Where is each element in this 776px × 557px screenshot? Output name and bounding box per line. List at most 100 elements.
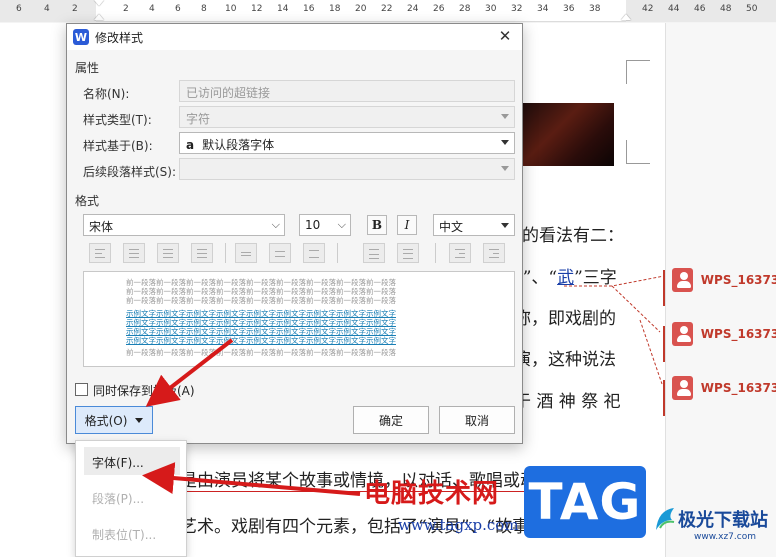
ok-button[interactable]: 确定 <box>353 406 429 434</box>
ruler-number: 16 <box>303 4 315 14</box>
preview-sample-text: 示例文字示例文字示例文字示例文字示例文字示例文字示例文字示例文字示例文字 <box>126 336 396 345</box>
ruler-number: 2 <box>123 4 129 14</box>
comment-marker <box>663 380 665 416</box>
based-on-label: 样式基于(B): <box>83 139 153 153</box>
char-style-icon: a <box>186 138 195 152</box>
line-spacing-double-icon[interactable] <box>303 243 325 263</box>
based-on-select[interactable]: a 默认段落字体 <box>179 132 515 154</box>
chevron-down-icon: ⌵ <box>271 218 280 231</box>
ruler-number: 8 <box>201 4 207 14</box>
ruler-number: 6 <box>175 4 181 14</box>
doc-line: 的看法有二： <box>522 226 624 246</box>
preview-prev-paragraph: 前一段落前一段落前一段落前一段落前一段落前一段落前一段落前一段落前一段落 <box>126 296 396 305</box>
comment-connector-lines <box>564 275 665 385</box>
ruler-number: 30 <box>485 4 497 14</box>
first-line-indent-marker[interactable] <box>94 0 104 6</box>
watermark-url: www.tagxp.com <box>398 516 519 534</box>
toolbar-divider <box>225 243 226 263</box>
ruler-number: 48 <box>720 4 732 14</box>
doc-text-fragment: ”、“ <box>522 268 558 288</box>
dialog-titlebar[interactable]: W 修改样式 ✕ <box>67 24 522 50</box>
save-to-template-checkbox[interactable] <box>75 383 88 396</box>
hanging-indent-marker[interactable] <box>94 14 104 20</box>
line-spacing-single-icon[interactable] <box>235 243 257 263</box>
style-preview: 前一段落前一段落前一段落前一段落前一段落前一段落前一段落前一段落前一段落 前一段… <box>83 271 515 367</box>
margin-crop-mark <box>626 140 650 164</box>
ruler-number: 28 <box>459 4 471 14</box>
comment-card[interactable]: WPS_163732 <box>672 373 776 403</box>
font-name-value: 宋体 <box>89 220 114 234</box>
font-size-select[interactable]: 10 ⌵ <box>299 214 351 236</box>
user-avatar-icon <box>672 376 693 400</box>
next-style-label: 后续段落样式(S): <box>83 165 177 179</box>
comment-author: WPS_163732 <box>700 327 776 341</box>
increase-indent-icon[interactable] <box>483 243 505 263</box>
align-right-icon[interactable] <box>157 243 179 263</box>
ruler-number: 4 <box>44 4 50 14</box>
menu-item-font[interactable]: 字体(F)... <box>84 447 180 475</box>
ruler-number: 12 <box>251 4 263 14</box>
chevron-down-icon <box>135 417 144 423</box>
preview-prev-paragraph: 前一段落前一段落前一段落前一段落前一段落前一段落前一段落前一段落前一段落 <box>126 287 396 296</box>
comment-card[interactable]: WPS_163732 <box>672 319 776 349</box>
close-icon[interactable]: ✕ <box>496 27 514 45</box>
ruler-number: 34 <box>537 4 549 14</box>
space-before-icon[interactable] <box>363 243 385 263</box>
brand-url: www.xz7.com <box>694 532 756 542</box>
italic-button[interactable]: I <box>397 215 417 235</box>
style-type-label: 样式类型(T): <box>83 113 152 127</box>
based-on-value: 默认段落字体 <box>202 138 275 152</box>
comment-author: WPS_163732 <box>700 381 776 395</box>
name-label: 名称(N): <box>83 87 130 101</box>
ruler-number: 4 <box>149 4 155 14</box>
align-left-icon[interactable] <box>89 243 111 263</box>
language-select[interactable]: 中文 <box>433 214 515 236</box>
comment-marker <box>663 270 665 306</box>
brand-logo-icon <box>656 508 675 530</box>
menu-item-tabs[interactable]: 制表位(T)... <box>84 519 180 547</box>
watermark-text: 电脑技术网 <box>364 479 500 509</box>
menu-item-paragraph[interactable]: 段落(P)... <box>84 483 180 511</box>
wps-writer-icon: W <box>73 29 89 45</box>
properties-section-label: 属性 <box>75 61 100 75</box>
chevron-down-icon <box>501 114 509 119</box>
ruler-number: 32 <box>511 4 523 14</box>
ruler-number: 14 <box>277 4 289 14</box>
comment-author: WPS_163732 <box>700 273 776 287</box>
tag-logo: TAG <box>524 466 646 538</box>
preview-prev-paragraph: 前一段落前一段落前一段落前一段落前一段落前一段落前一段落前一段落前一段落 <box>126 278 396 287</box>
ruler-number: 6 <box>16 4 22 14</box>
preview-sample-text: 示例文字示例文字示例文字示例文字示例文字示例文字示例文字示例文字示例文字 <box>126 327 396 336</box>
save-to-template-label[interactable]: 同时保存到模板(A) <box>93 382 195 399</box>
cancel-button[interactable]: 取消 <box>439 406 515 434</box>
margin-crop-mark <box>626 60 650 84</box>
font-name-select[interactable]: 宋体 ⌵ <box>83 214 285 236</box>
preview-sample-text: 示例文字示例文字示例文字示例文字示例文字示例文字示例文字示例文字示例文字 <box>126 309 396 318</box>
toolbar-divider <box>337 243 338 263</box>
format-dropdown-button[interactable]: 格式(O) <box>75 406 153 434</box>
horizontal-ruler[interactable]: 6 4 2 2 4 6 8 10 12 14 16 18 20 22 24 26… <box>0 0 776 22</box>
dialog-title: 修改样式 <box>95 30 144 45</box>
ruler-number: 18 <box>329 4 341 14</box>
align-justify-icon[interactable] <box>191 243 213 263</box>
next-style-select[interactable] <box>179 158 515 180</box>
right-indent-marker[interactable] <box>621 14 631 20</box>
line-spacing-1-5-icon[interactable] <box>269 243 291 263</box>
ruler-number: 44 <box>668 4 680 14</box>
ruler-number: 2 <box>72 4 78 14</box>
modify-style-dialog: W 修改样式 ✕ 属性 名称(N): 已访问的超链接 样式类型(T): 字符 样… <box>66 23 523 444</box>
user-avatar-icon <box>672 268 693 292</box>
align-center-icon[interactable] <box>123 243 145 263</box>
chevron-down-icon <box>501 166 509 171</box>
document-image[interactable] <box>520 103 614 166</box>
name-field[interactable]: 已访问的超链接 <box>179 80 515 102</box>
style-type-select[interactable]: 字符 <box>179 106 515 128</box>
ruler-number: 26 <box>433 4 445 14</box>
space-after-icon[interactable] <box>397 243 419 263</box>
comment-card[interactable]: WPS_163732 <box>672 265 776 295</box>
decrease-indent-icon[interactable] <box>449 243 471 263</box>
font-size-value: 10 <box>305 218 321 232</box>
bold-button[interactable]: B <box>367 215 387 235</box>
chevron-down-icon <box>501 140 509 145</box>
brand-name: 极光下载站 <box>678 510 768 531</box>
